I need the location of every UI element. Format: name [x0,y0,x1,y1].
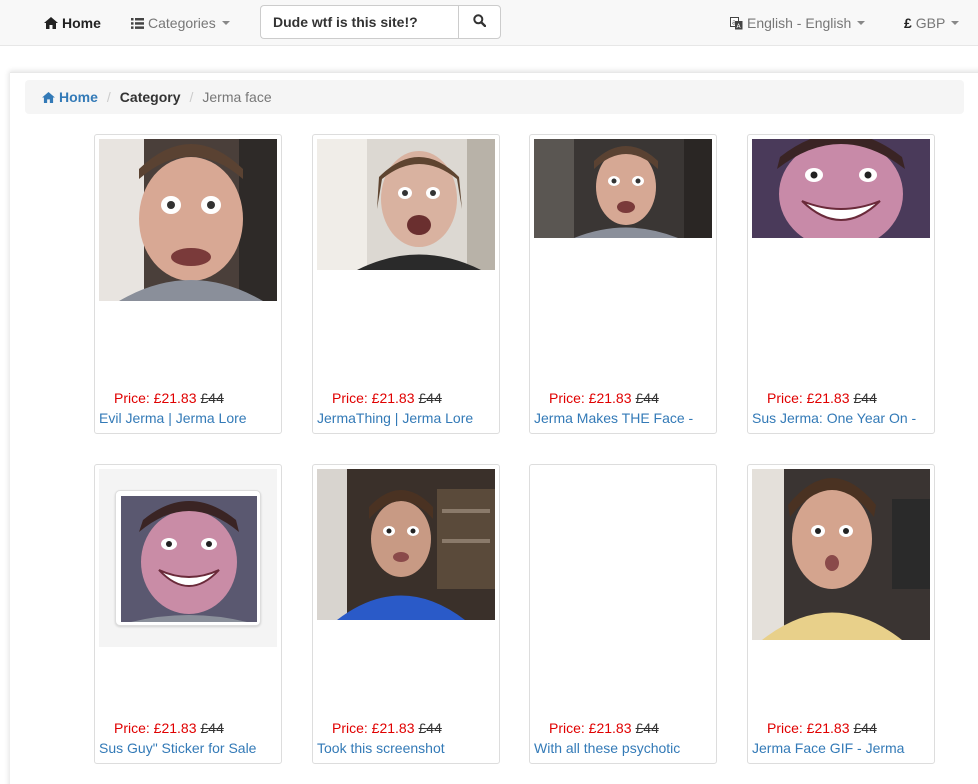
caret-down-icon [857,21,866,25]
product-title-link[interactable]: Took this screenshot [317,740,499,756]
price-label: Price: £21.83 [767,720,850,736]
home-icon [44,17,58,29]
product-card[interactable]: Price: £21.83 £44 Jerma Face GIF - Jerma [747,464,935,764]
product-card[interactable]: Price: £21.83 £44 Sus Guy" Sticker for Sa… [94,464,282,764]
price-label: Price: £21.83 [549,390,632,406]
product-title-link[interactable]: Jerma Face GIF - Jerma [752,740,934,756]
caret-down-icon [221,21,230,25]
caret-down-icon [951,21,960,25]
price-row: Price: £21.83 £44 [114,390,224,406]
old-price: £44 [853,720,877,736]
product-card[interactable]: Price: £21.83 £44 Jerma Makes THE Face - [529,134,717,434]
product-image[interactable] [752,469,930,640]
old-price: £44 [635,720,659,736]
old-price: £44 [418,390,442,406]
nav-categories-label: Categories [148,15,216,31]
top-navbar: Home Categories aA English - English £ G… [0,0,978,46]
breadcrumb-separator: / [106,89,111,105]
pound-icon: £ [904,15,912,31]
price-label: Price: £21.83 [767,390,850,406]
price-label: Price: £21.83 [332,390,415,406]
nav-language-label: English - English [747,15,852,31]
product-image[interactable] [99,139,277,301]
nav-language-dropdown[interactable]: aA English - English [730,0,866,46]
product-image[interactable] [317,139,495,270]
language-icon: aA [730,16,743,30]
price-label: Price: £21.83 [114,720,197,736]
search-icon [473,14,487,30]
home-icon [42,91,55,103]
price-row: Price: £21.83 £44 [332,720,442,736]
product-title-link[interactable]: JermaThing | Jerma Lore [317,410,499,426]
old-price: £44 [418,720,442,736]
product-title-link[interactable]: Evil Jerma | Jerma Lore [99,410,281,426]
nav-home-label: Home [62,15,101,31]
price-row: Price: £21.83 £44 [767,720,877,736]
product-title-link[interactable]: Sus Guy" Sticker for Sale [99,740,281,756]
sticker-frame [115,490,261,626]
list-icon [131,17,144,29]
product-card[interactable]: Price: £21.83 £44 Evil Jerma | Jerma Lore [94,134,282,434]
old-price: £44 [635,390,659,406]
product-card[interactable]: Price: £21.83 £44 With all these psychoti… [529,464,717,764]
old-price: £44 [853,390,877,406]
price-label: Price: £21.83 [549,720,632,736]
price-row: Price: £21.83 £44 [332,390,442,406]
price-label: Price: £21.83 [114,390,197,406]
product-image-empty[interactable] [534,469,712,620]
product-title-link[interactable]: Jerma Makes THE Face - [534,410,716,426]
price-row: Price: £21.83 £44 [767,390,877,406]
product-card[interactable]: Price: £21.83 £44 JermaThing | Jerma Lore [312,134,500,434]
breadcrumb-home-label: Home [59,89,98,105]
product-image[interactable] [752,139,930,238]
product-image[interactable] [99,469,277,647]
search-input[interactable] [260,5,458,39]
price-label: Price: £21.83 [332,720,415,736]
breadcrumb-home-link[interactable]: Home [42,89,98,105]
breadcrumb-separator: / [189,89,194,105]
breadcrumb-current: Jerma face [202,89,272,105]
product-title-link[interactable]: Sus Jerma: One Year On - [752,410,934,426]
old-price: £44 [200,720,224,736]
product-card[interactable]: Price: £21.83 £44 Took this screenshot [312,464,500,764]
price-row: Price: £21.83 £44 [114,720,224,736]
old-price: £44 [200,390,224,406]
breadcrumb: Home / Category / Jerma face [25,80,964,114]
price-row: Price: £21.83 £44 [549,390,659,406]
nav-currency-label: GBP [915,15,946,31]
nav-categories-dropdown[interactable]: Categories [131,0,230,46]
breadcrumb-category: Category [119,89,181,105]
product-card[interactable]: Price: £21.83 £44 Sus Jerma: One Year On … [747,134,935,434]
nav-home-link[interactable]: Home [44,0,101,46]
nav-currency-dropdown[interactable]: £ GBP [904,0,960,46]
search-form [260,5,501,39]
product-image[interactable] [317,469,495,620]
price-row: Price: £21.83 £44 [549,720,659,736]
product-image[interactable] [534,139,712,238]
search-button[interactable] [458,5,501,39]
product-title-link[interactable]: With all these psychotic [534,740,716,756]
